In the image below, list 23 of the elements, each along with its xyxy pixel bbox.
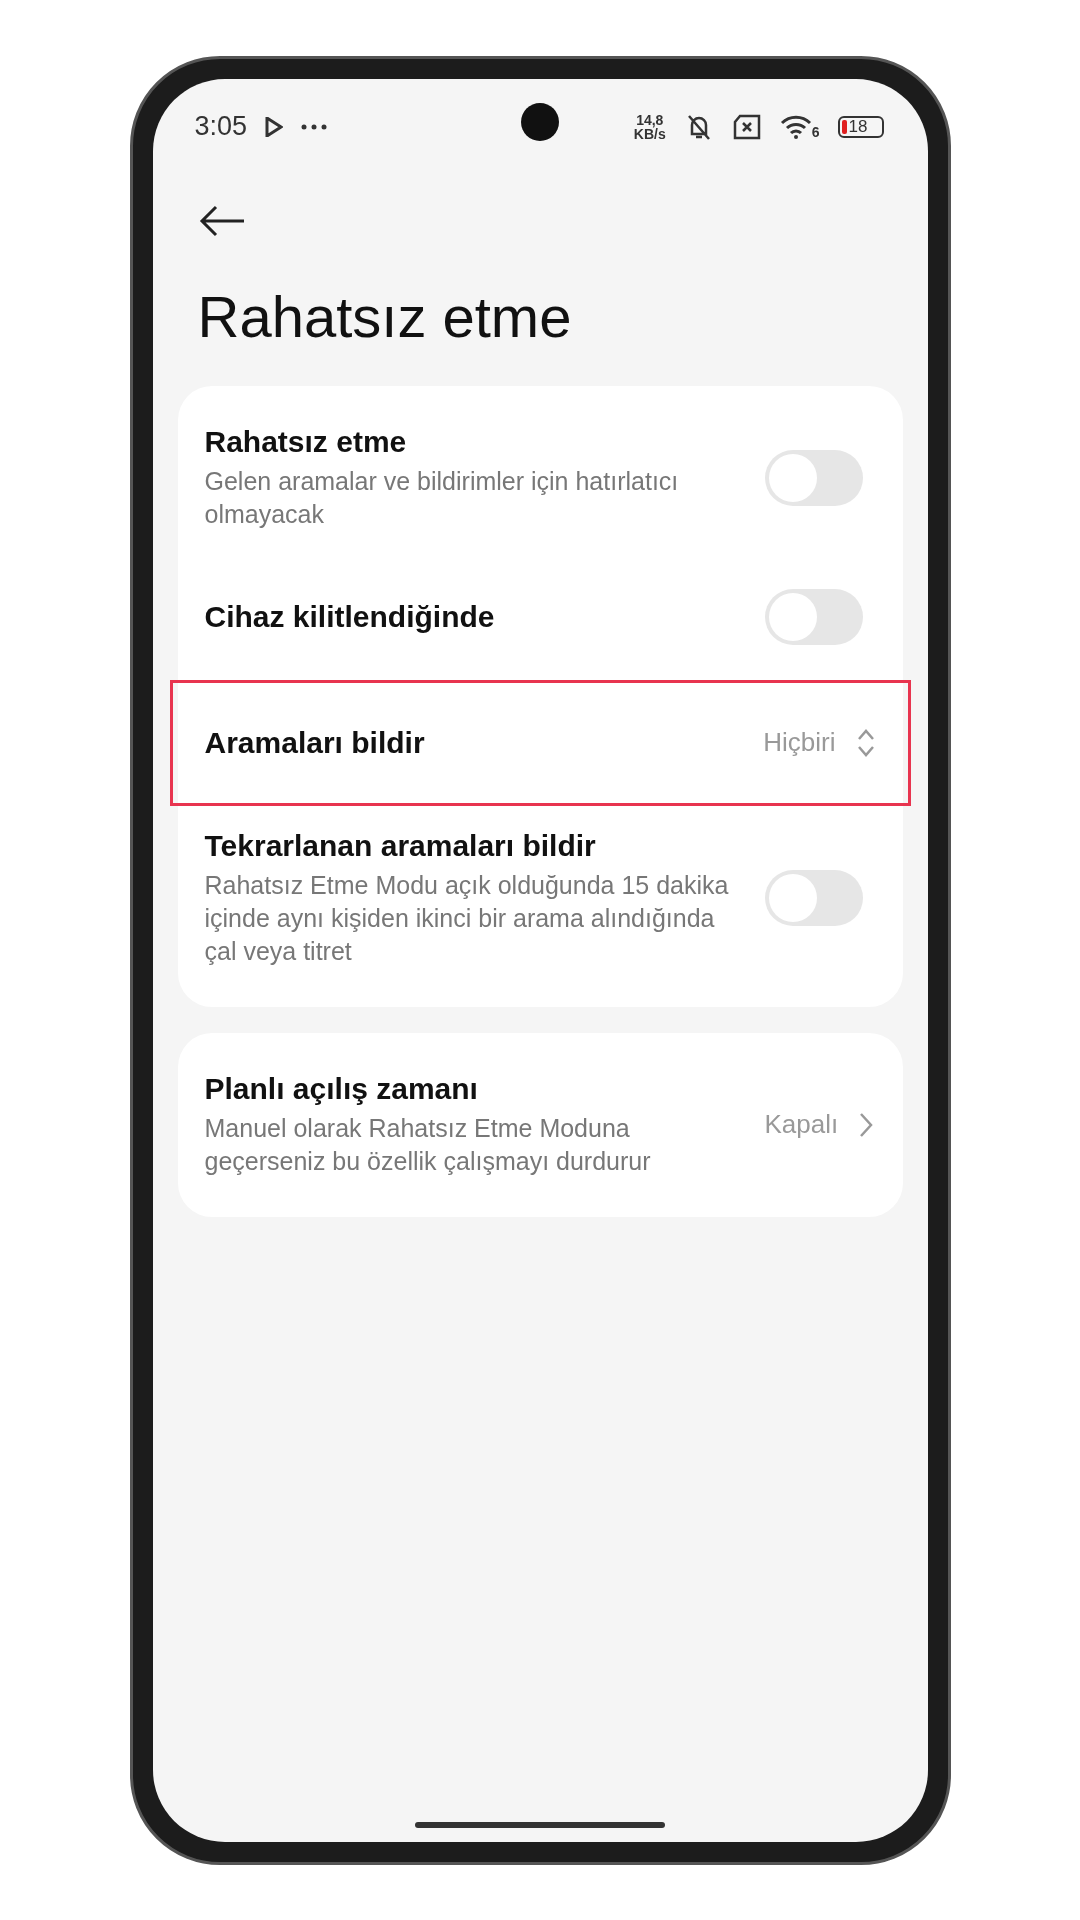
home-indicator[interactable] [415, 1821, 665, 1828]
page-title: Rahatsız etme [197, 282, 573, 350]
play-store-icon [265, 116, 284, 137]
toggle-switch[interactable] [764, 870, 863, 926]
highlighted-setting-row[interactable]: Aramaları bildir Hiçbiri [169, 679, 911, 806]
setting-title: Cihaz kilitlendiğinde [204, 599, 496, 634]
sim-x-icon [731, 113, 762, 140]
setting-description: Rahatsız Etme Modu açık olduğunda 15 dakika içinde aynı kişiden ikinci bir arama alındığında çal veya titret [204, 869, 730, 967]
more-dots-icon [301, 123, 328, 130]
wifi-label: 6 [811, 124, 820, 139]
setting-title: Tekrarlanan aramaları bildir [204, 828, 597, 863]
setting-title: Rahatsız etme [204, 424, 408, 459]
camera-icon [521, 102, 559, 141]
setting-description: Manuel olarak Rahatsız Etme Moduna geçerseniz bu özellik çalışmayı durdurur [204, 1112, 652, 1177]
setting-value: Hiçbiri [763, 727, 836, 758]
setting-title: Aramaları bildir [204, 725, 426, 760]
wifi-icon [779, 114, 812, 139]
battery-icon: 18 [837, 115, 884, 138]
setting-title: Planlı açılış zamanı [204, 1071, 479, 1106]
setting-value: Kapalı [764, 1109, 839, 1140]
network-speed: 14,8 KB/s [633, 112, 666, 141]
status-time: 3:05 [194, 111, 248, 142]
setting-description: Gelen aramalar ve bildirimler için hatırlatıcı olmayacak [204, 465, 680, 530]
